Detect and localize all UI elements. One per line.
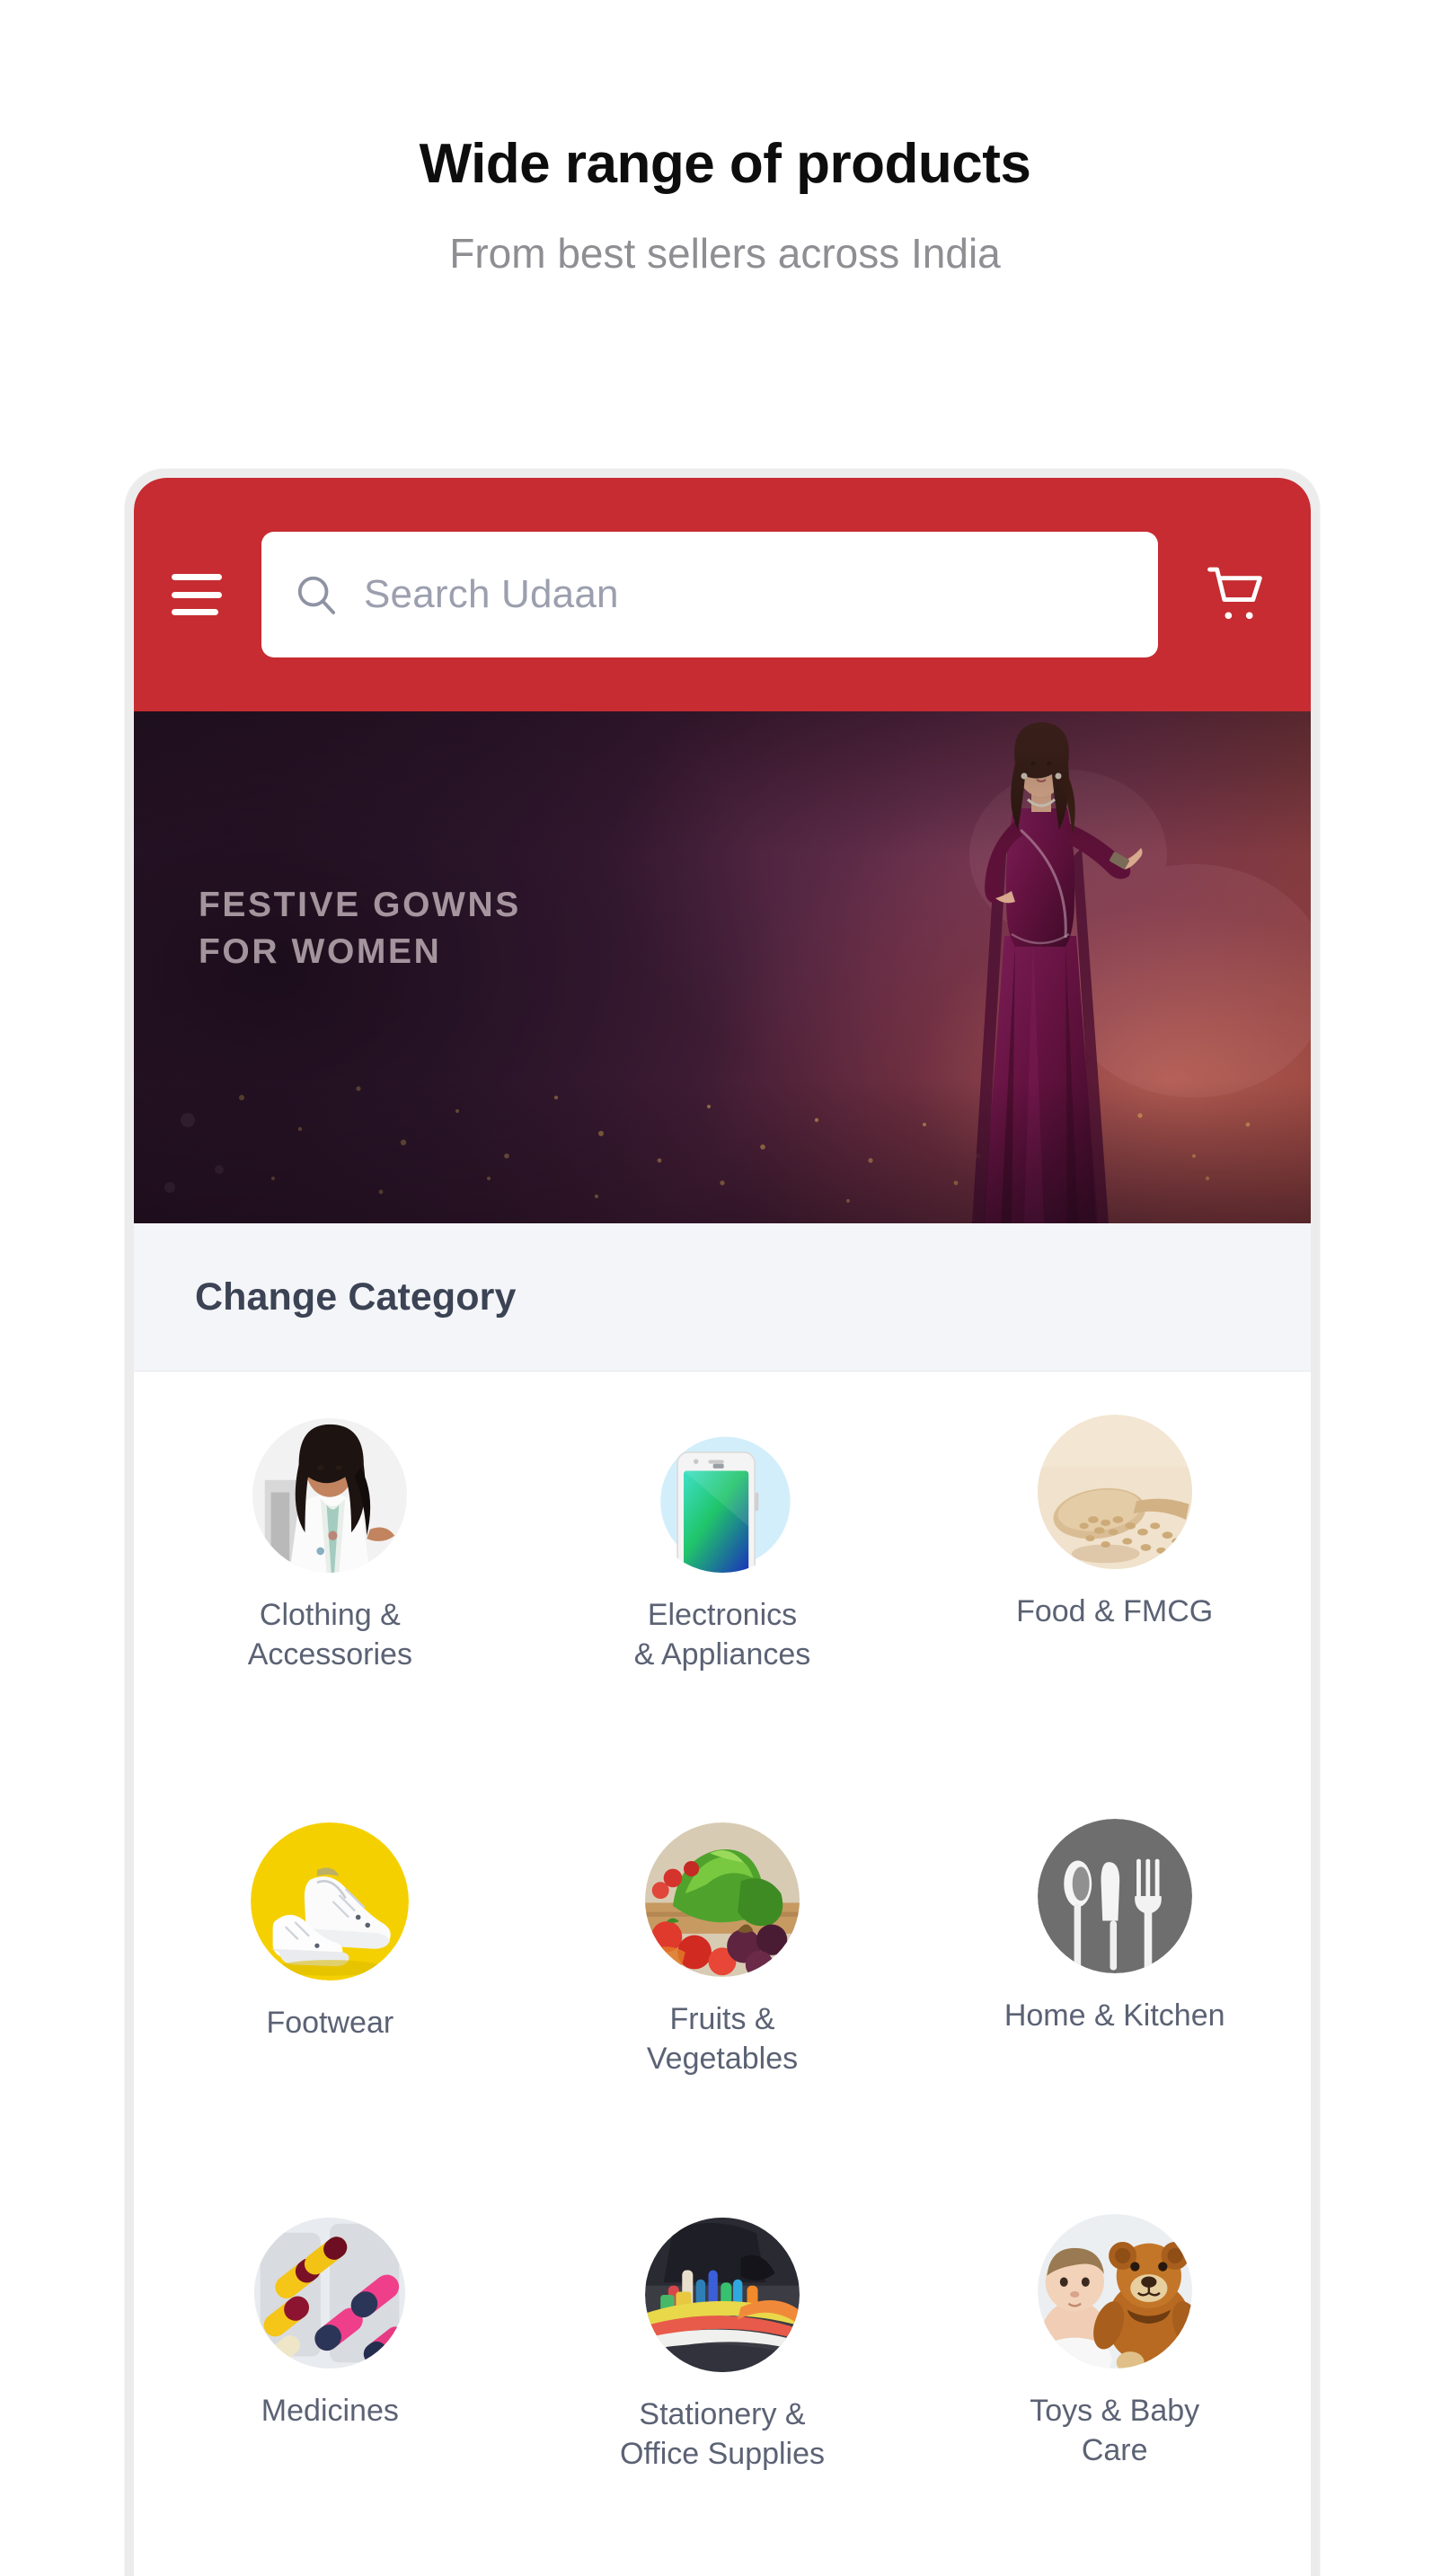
hamburger-menu-icon[interactable] (172, 574, 222, 615)
phone-mockup-frame: Search Udaan FESTIVE GOWNS FOR WOMEN Cha… (125, 469, 1320, 2576)
change-category-bar[interactable]: Change Category (134, 1223, 1311, 1372)
category-item-toys-baby-care[interactable]: Toys & Baby Care (918, 2214, 1311, 2576)
category-label: Fruits & Vegetables (646, 2002, 799, 2076)
category-item-medicines[interactable]: Medicines (134, 2218, 526, 2576)
hero-text-line1: FESTIVE GOWNS (199, 886, 521, 924)
cutlery-icon (1037, 1819, 1192, 1973)
promo-header: Wide range of products From best sellers… (0, 0, 1450, 277)
category-row: Medicines Stationery & Office Supplies T… (134, 2214, 1311, 2576)
category-item-fruits-vegetables[interactable]: Fruits & Vegetables (526, 1822, 919, 2218)
category-label: Electronics & Appliances (633, 1598, 811, 1672)
category-item-stationery-office-supplies[interactable]: Stationery & Office Supplies (526, 2218, 919, 2576)
shopping-cart-icon[interactable] (1205, 565, 1269, 624)
hero-banner[interactable]: FESTIVE GOWNS FOR WOMEN (134, 711, 1311, 1223)
category-item-clothing-accessories[interactable]: Clothing & Accessories (134, 1418, 526, 1822)
search-placeholder-text: Search Udaan (364, 572, 619, 616)
teddy-bear-icon (1037, 2214, 1192, 2369)
category-label: Home & Kitchen (1004, 1998, 1225, 2033)
hero-banner-text: FESTIVE GOWNS FOR WOMEN (199, 882, 521, 976)
category-row: Clothing & Accessories Electronics & App… (134, 1415, 1311, 1822)
hero-text-line2: FOR WOMEN (199, 932, 442, 972)
category-item-electronics-appliances[interactable]: Electronics & Appliances (526, 1418, 919, 1822)
phone-screen: Search Udaan FESTIVE GOWNS FOR WOMEN Cha… (134, 478, 1311, 2576)
clothing-icon (252, 1418, 408, 1573)
app-header-bar: Search Udaan (134, 478, 1311, 711)
search-input[interactable]: Search Udaan (261, 532, 1158, 657)
page-title: Wide range of products (419, 133, 1031, 195)
sneakers-icon (251, 1822, 410, 1981)
smartphone-icon (645, 1418, 800, 1573)
category-item-home-kitchen[interactable]: Home & Kitchen (918, 1819, 1311, 2218)
category-label: Toys & Baby Care (1030, 2394, 1200, 2467)
category-label: Medicines (261, 2394, 399, 2428)
category-grid: Clothing & Accessories Electronics & App… (134, 1372, 1311, 2576)
change-category-label: Change Category (195, 1275, 517, 1319)
search-icon (292, 570, 340, 619)
vegetables-icon (645, 1822, 800, 1977)
page-subtitle: From best sellers across India (449, 230, 1001, 278)
category-item-footwear[interactable]: Footwear (134, 1822, 526, 2218)
category-label: Stationery & Office Supplies (619, 2397, 826, 2471)
category-label: Footwear (266, 2006, 394, 2040)
category-label: Food & FMCG (1016, 1594, 1214, 1628)
capsules-icon (254, 2218, 406, 2369)
category-row: Footwear Fruits & Vegetables Home & Kitc… (134, 1819, 1311, 2218)
grains-spoon-icon (1037, 1415, 1192, 1569)
category-label: Clothing & Accessories (247, 1598, 412, 1672)
stationery-icon (645, 2218, 800, 2372)
promo-screenshot-page: Wide range of products From best sellers… (0, 0, 1450, 2576)
category-item-food-fmcg[interactable]: Food & FMCG (918, 1415, 1311, 1822)
